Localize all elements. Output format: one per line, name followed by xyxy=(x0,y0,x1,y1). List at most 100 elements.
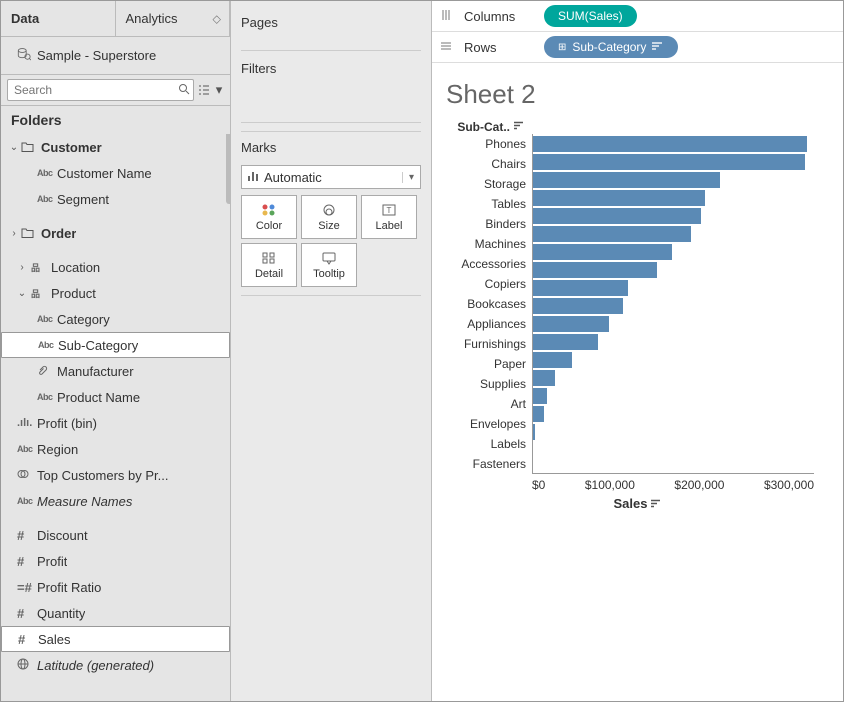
marks-size-button[interactable]: Size xyxy=(301,195,357,239)
tab-data[interactable]: Data xyxy=(1,1,116,36)
tree-scrollbar[interactable] xyxy=(226,134,230,204)
search-field[interactable] xyxy=(7,79,194,101)
number-icon: # xyxy=(15,606,35,621)
number-icon: # xyxy=(16,632,36,647)
rows-shelf-label: Rows xyxy=(464,40,534,55)
field-manufacturer[interactable]: Manufacturer xyxy=(1,358,230,384)
abc-icon: Abc xyxy=(35,392,55,402)
field-product[interactable]: ⌄ 品 Product xyxy=(1,280,230,306)
chart-bar[interactable] xyxy=(533,154,805,170)
field-sub-category[interactable]: Abc Sub-Category xyxy=(1,332,230,358)
hierarchy-icon: 品 xyxy=(29,261,49,274)
tooltip-icon xyxy=(321,250,337,266)
field-region[interactable]: Abc Region xyxy=(1,436,230,462)
chart-bar[interactable] xyxy=(533,424,535,440)
set-icon xyxy=(15,468,35,482)
chart-bar[interactable] xyxy=(533,226,691,242)
y-axis-label: Appliances xyxy=(442,314,526,334)
detail-icon xyxy=(261,250,277,266)
abc-icon: Abc xyxy=(36,340,56,350)
folder-open-icon xyxy=(21,140,35,154)
chart-y-header[interactable]: Sub-Cat.. xyxy=(442,120,532,134)
field-quantity[interactable]: # Quantity xyxy=(1,600,230,626)
hierarchy-icon: 品 xyxy=(29,287,49,300)
sort-icon xyxy=(514,121,524,133)
chart-bar[interactable] xyxy=(533,334,598,350)
field-profit-ratio[interactable]: =# Profit Ratio xyxy=(1,574,230,600)
chart-bar[interactable] xyxy=(533,244,672,260)
marks-color-button[interactable]: Color xyxy=(241,195,297,239)
search-input[interactable] xyxy=(8,81,175,99)
field-latitude[interactable]: Latitude (generated) xyxy=(1,652,230,678)
plus-icon: ⊞ xyxy=(558,42,566,53)
marks-detail-button[interactable]: Detail xyxy=(241,243,297,287)
abc-icon: Abc xyxy=(35,194,55,204)
view-menu-button[interactable]: ▾ xyxy=(214,80,224,100)
x-axis-title[interactable]: Sales xyxy=(442,496,833,511)
field-profit[interactable]: # Profit xyxy=(1,548,230,574)
datasource[interactable]: Sample - Superstore xyxy=(1,37,230,74)
chart-bar[interactable] xyxy=(533,280,628,296)
field-top-customers[interactable]: Top Customers by Pr... xyxy=(1,462,230,488)
folder-customer[interactable]: ⌄ Customer xyxy=(1,134,230,160)
columns-shelf-label: Columns xyxy=(464,9,534,24)
filters-shelf[interactable]: Filters xyxy=(241,50,421,123)
field-category[interactable]: Abc Category xyxy=(1,306,230,332)
chart-bar[interactable] xyxy=(533,190,705,206)
label-icon: T xyxy=(381,202,397,218)
sort-icon xyxy=(651,496,661,511)
sheet-title[interactable]: Sheet 2 xyxy=(442,79,833,110)
bar-chart[interactable]: PhonesChairsStorageTablesBindersMachines… xyxy=(442,134,833,474)
pages-shelf[interactable]: Pages xyxy=(241,9,421,36)
y-axis-label: Furnishings xyxy=(442,334,526,354)
field-sales[interactable]: # Sales xyxy=(1,626,230,652)
chart-bar[interactable] xyxy=(533,406,544,422)
chart-bar[interactable] xyxy=(533,316,609,332)
chart-bar[interactable] xyxy=(533,172,720,188)
tab-analytics[interactable]: Analytics ◇ xyxy=(116,1,231,36)
field-discount[interactable]: # Discount xyxy=(1,522,230,548)
y-axis-label: Labels xyxy=(442,434,526,454)
marks-card: Marks Automatic ▾ Color xyxy=(241,131,421,296)
sort-icon xyxy=(652,40,664,54)
field-location[interactable]: › 品 Location xyxy=(1,254,230,280)
y-axis-label: Accessories xyxy=(442,254,526,274)
chart-bar[interactable] xyxy=(533,208,701,224)
columns-icon xyxy=(440,9,454,24)
y-axis-label: Machines xyxy=(442,234,526,254)
y-axis-label: Envelopes xyxy=(442,414,526,434)
tab-dropdown-icon: ◇ xyxy=(213,12,221,25)
view-toggle-button[interactable] xyxy=(198,80,210,100)
pill-sum-sales[interactable]: SUM(Sales) xyxy=(544,5,637,27)
calc-icon: =# xyxy=(15,580,35,595)
marks-tooltip-button[interactable]: Tooltip xyxy=(301,243,357,287)
chart-bar[interactable] xyxy=(533,262,657,278)
clip-icon xyxy=(35,364,55,378)
chart-bar[interactable] xyxy=(533,298,623,314)
field-measure-names[interactable]: Abc Measure Names xyxy=(1,488,230,514)
globe-icon xyxy=(15,658,35,672)
pill-sub-category[interactable]: ⊞ Sub-Category xyxy=(544,36,678,58)
chart-bar[interactable] xyxy=(533,370,555,386)
marks-type-select[interactable]: Automatic ▾ xyxy=(241,165,421,189)
tab-data-label: Data xyxy=(11,11,39,26)
size-icon xyxy=(321,202,337,218)
expander-icon: › xyxy=(15,262,29,273)
field-product-name[interactable]: Abc Product Name xyxy=(1,384,230,410)
field-customer-name[interactable]: Abc Customer Name xyxy=(1,160,230,186)
y-axis-label: Chairs xyxy=(442,154,526,174)
folder-order[interactable]: › Order xyxy=(1,220,230,246)
y-axis-label: Paper xyxy=(442,354,526,374)
chart-bar[interactable] xyxy=(533,388,547,404)
chart-bar[interactable] xyxy=(533,136,807,152)
folder-icon xyxy=(21,226,35,240)
field-profit-bin[interactable]: .ılı. Profit (bin) xyxy=(1,410,230,436)
y-axis-label: Fasteners xyxy=(442,454,526,474)
bar-chart-icon xyxy=(242,170,264,185)
y-axis-label: Storage xyxy=(442,174,526,194)
marks-label-button[interactable]: T Label xyxy=(361,195,417,239)
datasource-icon xyxy=(17,47,31,64)
y-axis-label: Tables xyxy=(442,194,526,214)
field-segment[interactable]: Abc Segment xyxy=(1,186,230,212)
chart-bar[interactable] xyxy=(533,352,572,368)
